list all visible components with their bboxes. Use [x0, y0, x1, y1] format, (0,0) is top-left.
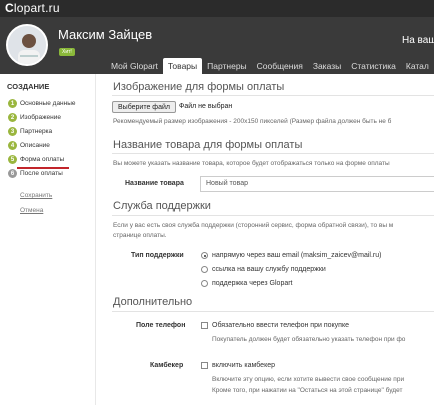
sidebar [0, 74, 96, 405]
tab-statistics[interactable]: Статистика [346, 58, 401, 74]
option-label: поддержка через Glopart [212, 280, 293, 287]
radio-selected[interactable] [201, 252, 208, 259]
cashback-hint-line1: Включите эту опцию, если хотите вывести … [212, 376, 405, 383]
image-hint: Рекомендуемый размер изображения - 200x1… [113, 118, 392, 125]
checkbox-label: включить камбекер [212, 362, 275, 369]
cashback-checkbox[interactable]: включить камбекер [201, 362, 275, 369]
divider [112, 311, 434, 312]
option-label: напрямую через ваш email (maksim_zaicev@… [212, 252, 382, 259]
sidebar-item-affiliate[interactable]: 3 Партнерка [8, 127, 52, 136]
sidebar-title: СОЗДАНИЕ [7, 82, 50, 91]
sidebar-item-label: Изображение [20, 114, 61, 121]
sidebar-item-label: После оплаты [20, 170, 63, 177]
radio[interactable] [201, 280, 208, 287]
tab-orders[interactable]: Заказы [308, 58, 346, 74]
checkbox[interactable] [201, 322, 208, 329]
save-link[interactable]: Сохранить [20, 192, 52, 199]
divider [112, 153, 434, 154]
support-option-glopart[interactable]: поддержка через Glopart [201, 280, 293, 287]
avatar[interactable] [6, 24, 48, 66]
tab-catalog[interactable]: Катал [401, 58, 434, 74]
tab-partners[interactable]: Партнеры [202, 58, 252, 74]
sidebar-item-basic-data[interactable]: 1 Основные данные [8, 99, 76, 108]
sidebar-item-label: Описание [20, 142, 50, 149]
header-right-text[interactable]: На ваш [402, 35, 434, 46]
sidebar-item-label: Основные данные [20, 100, 76, 107]
top-bar: Clopart.ru [0, 0, 434, 17]
sidebar-item-after-payment[interactable]: 6 После оплаты [8, 169, 63, 178]
checkbox-label: Обязательно ввести телефон при покупке [212, 322, 349, 329]
step-number: 3 [8, 127, 17, 136]
support-section-title: Служба поддержки [113, 200, 211, 212]
name-hint: Вы можете указать название товара, котор… [113, 160, 390, 167]
product-name-label: Название товара [125, 180, 184, 187]
step-number: 6 [8, 169, 17, 178]
step-number: 1 [8, 99, 17, 108]
tab-products[interactable]: Товары [162, 58, 203, 74]
divider [112, 95, 434, 96]
cancel-link[interactable]: Отмена [20, 207, 43, 214]
name-section-title: Название товара для формы оплаты [113, 139, 303, 151]
tab-messages[interactable]: Сообщения [252, 58, 308, 74]
sidebar-item-payment-form[interactable]: 5 Форма оплаты [8, 155, 64, 164]
divider [112, 215, 434, 216]
image-section-title: Изображение для формы оплаты [113, 81, 285, 93]
username[interactable]: Максим Зайцев [58, 27, 152, 42]
phone-required-checkbox[interactable]: Обязательно ввести телефон при покупке [201, 322, 349, 329]
support-type-label: Тип поддержки [131, 252, 184, 259]
support-option-email[interactable]: напрямую через ваш email (maksim_zaicev@… [201, 252, 381, 259]
tab-my-glopart[interactable]: Мой Glopart [106, 58, 163, 74]
extra-section-title: Дополнительно [113, 296, 193, 308]
status-badge: Хит! [59, 48, 75, 56]
phone-field-label: Поле телефон [136, 322, 186, 329]
checkbox[interactable] [201, 362, 208, 369]
main-tabs: Мой Glopart Товары Партнеры Сообщения За… [106, 58, 434, 74]
option-label: ссылка на вашу службу поддержки [212, 266, 326, 273]
support-option-link[interactable]: ссылка на вашу службу поддержки [201, 266, 326, 273]
cashback-label: Камбекер [150, 362, 184, 369]
sidebar-item-label: Партнерка [20, 128, 53, 135]
choose-file-button[interactable]: Выберите файл [112, 101, 176, 113]
sidebar-item-image[interactable]: 2 Изображение [8, 113, 61, 122]
sidebar-item-description[interactable]: 4 Описание [8, 141, 50, 150]
support-hint-line2: странице оплаты. [113, 232, 167, 239]
phone-hint: Покупатель должен будет обязательно указ… [212, 336, 406, 343]
step-number: 5 [8, 155, 17, 164]
file-status: Файл не выбран [179, 103, 233, 110]
sidebar-item-label: Форма оплаты [20, 156, 65, 163]
logo[interactable]: Clopart.ru [5, 1, 60, 15]
cashback-hint-line2: Кроме того, при нажатии на "Остаться на … [212, 387, 403, 394]
product-name-input[interactable]: Новый товар [200, 176, 434, 192]
step-number: 4 [8, 141, 17, 150]
support-hint-line1: Если у вас есть своя служба поддержки (с… [113, 222, 394, 229]
step-number: 2 [8, 113, 17, 122]
radio[interactable] [201, 266, 208, 273]
